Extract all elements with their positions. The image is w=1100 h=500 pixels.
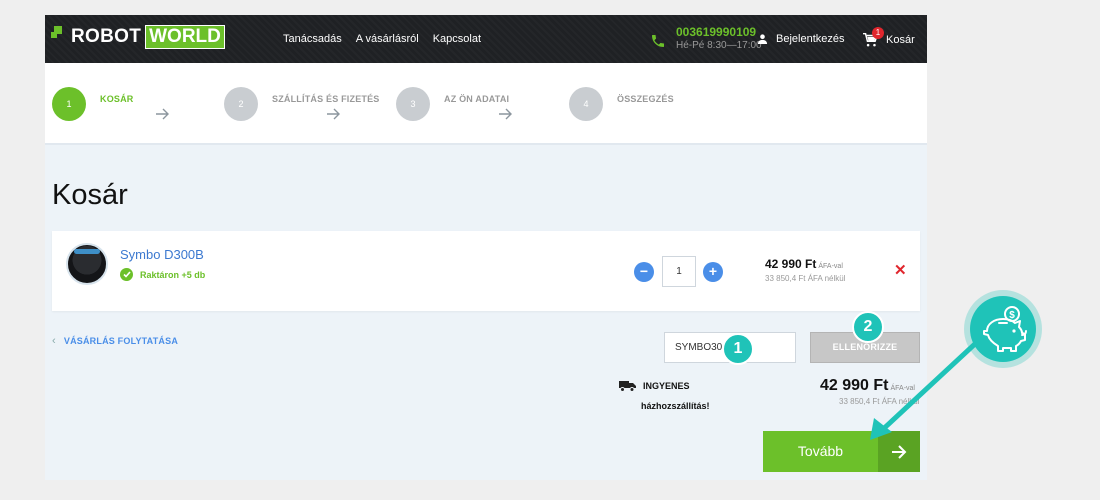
logo-mark-icon [51, 26, 69, 48]
page-title: Kosár [52, 179, 128, 211]
product-image[interactable] [66, 243, 108, 285]
annotation-badge-2: 2 [852, 311, 884, 343]
login-link[interactable]: Bejelentkezés [757, 33, 845, 45]
order-total-amount: 42 990 Ft [820, 377, 889, 394]
step-label: KOSÁR [100, 94, 134, 104]
annotation-badge-1: 1 [722, 333, 754, 365]
nav-item-kapcsolat[interactable]: Kapcsolat [433, 33, 481, 45]
checkmark-icon [120, 268, 133, 281]
step-label: SZÁLLÍTÁS ÉS FIZETÉS [272, 94, 380, 104]
shipping-label-delivery: házhozszállítás! [641, 401, 710, 411]
cart-count-badge: 1 [872, 27, 884, 39]
chevron-left-icon: ‹ [52, 335, 56, 347]
remove-item-icon[interactable]: ✕ [894, 261, 907, 279]
next-button[interactable]: Tovább [763, 431, 920, 472]
delivery-truck-icon [619, 381, 636, 392]
checkout-steps: 1 KOSÁR 2 SZÁLLÍTÁS ÉS FIZETÉS 3 AZ ÖN A… [45, 63, 927, 145]
continue-shopping-label: VÁSÁRLÁS FOLYTATÁSA [63, 336, 179, 346]
phone-icon [652, 35, 664, 47]
item-price: 42 990 Ft ÁFA-val [765, 257, 843, 271]
cart-item: Symbo D300B Raktáron +5 db − 1 + 42 990 … [52, 231, 920, 311]
arrow-right-icon [156, 108, 169, 120]
user-icon [757, 34, 768, 45]
arrow-right-icon [499, 108, 512, 120]
item-price-vat-note: ÁFA-val [818, 263, 843, 270]
cart-icon-wrapper: 1 [862, 27, 884, 47]
quantity-input[interactable]: 1 [662, 256, 696, 287]
nav-item-tanacsadas[interactable]: Tanácsadás [283, 33, 342, 45]
logo-text-robot: ROBOT [71, 26, 142, 47]
phone-contact[interactable]: 003619990109 Hé-Pé 8:30—17:00 [650, 25, 762, 51]
cart-link[interactable]: 1 Kosár [862, 27, 915, 47]
piggy-bank-dollar-icon: $ [970, 296, 1036, 362]
item-price-amount: 42 990 Ft [765, 257, 817, 271]
step-number: 4 [569, 87, 603, 121]
item-price-net: 33 850,4 Ft ÁFA nélkül [765, 274, 846, 283]
arrow-right-icon [878, 431, 920, 472]
stock-status: Raktáron +5 db [120, 268, 205, 281]
product-name-link[interactable]: Symbo D300B [120, 247, 204, 262]
stock-label: Raktáron +5 db [140, 269, 206, 280]
order-total-vat-note: ÁFA-val [890, 385, 915, 392]
nav-item-vasarlasrol[interactable]: A vásárlásról [356, 33, 419, 45]
site-logo[interactable]: ROBOT WORLD [51, 22, 225, 52]
order-total: 42 990 Ft ÁFA-val [820, 377, 915, 395]
step-number: 2 [224, 87, 258, 121]
step-label: AZ ÖN ADATAI [444, 94, 510, 104]
phone-hours: Hé-Pé 8:30—17:00 [676, 40, 762, 51]
order-total-net: 33 850,4 Ft ÁFA nélkül [839, 397, 920, 406]
quantity-increase-button[interactable]: + [703, 262, 723, 282]
site-header: ROBOT WORLD Tanácsadás A vásárlásról Kap… [45, 15, 927, 63]
cart-label: Kosár [886, 34, 915, 46]
next-button-label: Tovább [797, 443, 844, 459]
checkout-page: ROBOT WORLD Tanácsadás A vásárlásról Kap… [45, 15, 927, 480]
step-number: 1 [52, 87, 86, 121]
step-number: 3 [396, 87, 430, 121]
logo-text-world: WORLD [145, 25, 225, 49]
main-nav: Tanácsadás A vásárlásról Kapcsolat [283, 33, 481, 45]
continue-shopping-link[interactable]: ‹ VÁSÁRLÁS FOLYTATÁSA [52, 335, 178, 347]
login-label: Bejelentkezés [776, 33, 845, 45]
arrow-right-icon [327, 108, 340, 120]
shipping-label-free: INGYENES [643, 381, 690, 391]
step-label: ÖSSZEGZÉS [617, 94, 674, 104]
quantity-decrease-button[interactable]: − [634, 262, 654, 282]
phone-number: 003619990109 [676, 25, 757, 39]
